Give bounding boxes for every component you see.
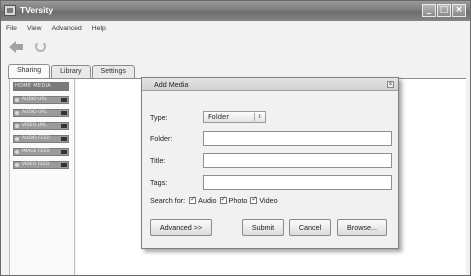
edit-icon bbox=[61, 98, 67, 102]
feed-icon bbox=[15, 163, 19, 167]
search-for-label: Search for: bbox=[150, 196, 186, 205]
feed-icon bbox=[15, 137, 19, 141]
audio-icon bbox=[15, 98, 19, 102]
chevron-updown-icon: ↕ bbox=[254, 113, 264, 121]
sidebar-item-video-url[interactable]: VIDEO URL bbox=[13, 122, 69, 130]
audio-checkbox[interactable] bbox=[189, 195, 197, 204]
title-input[interactable] bbox=[203, 153, 392, 168]
edit-icon bbox=[61, 124, 67, 128]
tab-strip: Sharing Library Settings bbox=[8, 64, 136, 78]
sidebar-item-label: AUDIO URL bbox=[22, 110, 48, 115]
cancel-button[interactable]: Cancel bbox=[289, 219, 331, 236]
minimize-button[interactable]: _ bbox=[422, 4, 436, 17]
maximize-button[interactable]: □ bbox=[437, 4, 451, 17]
sharing-sidebar: HOME MEDIA AUDIO URL AUDIO URL VIDEO URL… bbox=[9, 79, 75, 275]
menu-file[interactable]: File bbox=[1, 23, 22, 35]
advanced-button[interactable]: Advanced >> bbox=[150, 219, 212, 236]
audio-icon bbox=[15, 111, 19, 115]
browse-button[interactable]: Browse... bbox=[337, 219, 387, 236]
sidebar-header[interactable]: HOME MEDIA bbox=[13, 82, 69, 91]
sidebar-item-video-feed[interactable]: VIDEO FEED bbox=[13, 161, 69, 169]
sidebar-item-label: AUDIO URL bbox=[22, 97, 48, 102]
sidebar-item-label: AUDIO FEED bbox=[22, 136, 50, 141]
type-label: Type: bbox=[150, 113, 168, 122]
search-for-group: Search for: Audio Photo Video bbox=[150, 195, 281, 205]
sidebar-item-label: VIDEO FEED bbox=[22, 162, 50, 167]
add-media-dialog: Add Media x Type: Folder ↕ Folder: Title… bbox=[141, 77, 399, 249]
video-icon bbox=[15, 124, 19, 128]
sidebar-item-audio-url-2[interactable]: AUDIO URL bbox=[13, 109, 69, 117]
back-arrow-icon[interactable] bbox=[9, 39, 23, 53]
sidebar-item-image-feed[interactable]: IMAGE FEED bbox=[13, 148, 69, 156]
dialog-title: Add Media bbox=[154, 80, 189, 89]
window-title: TVersity bbox=[20, 5, 54, 15]
tab-settings[interactable]: Settings bbox=[91, 65, 135, 78]
window-controls: _ □ × bbox=[422, 4, 466, 17]
audio-checkbox-label: Audio bbox=[198, 196, 217, 205]
sidebar-item-label: IMAGE FEED bbox=[22, 149, 50, 154]
tversity-app-icon bbox=[4, 5, 16, 16]
close-button[interactable]: × bbox=[452, 4, 466, 17]
toolbar bbox=[9, 39, 47, 53]
edit-icon bbox=[61, 111, 67, 115]
menu-view[interactable]: View bbox=[22, 23, 47, 35]
feed-icon bbox=[15, 150, 19, 154]
menu-help[interactable]: Help bbox=[87, 23, 111, 35]
photo-checkbox-label: Photo bbox=[228, 196, 248, 205]
sidebar-item-label: VIDEO URL bbox=[22, 123, 47, 128]
folder-label: Folder: bbox=[150, 134, 173, 143]
folder-input[interactable] bbox=[203, 131, 392, 146]
sidebar-item-audio-url-1[interactable]: AUDIO URL bbox=[13, 96, 69, 104]
app-window: TVersity _ □ × File View Advanced Help S… bbox=[0, 0, 471, 276]
dialog-title-bar[interactable]: Add Media x bbox=[142, 78, 398, 91]
refresh-icon[interactable] bbox=[33, 39, 47, 53]
sidebar-item-audio-feed[interactable]: AUDIO FEED bbox=[13, 135, 69, 143]
tags-label: Tags: bbox=[150, 178, 168, 187]
title-bar[interactable]: TVersity _ □ × bbox=[1, 1, 470, 21]
tags-input[interactable] bbox=[203, 175, 392, 190]
title-label: Title: bbox=[150, 156, 166, 165]
type-select-value: Folder bbox=[208, 113, 230, 121]
edit-icon bbox=[61, 150, 67, 154]
photo-checkbox[interactable] bbox=[219, 195, 227, 204]
type-select[interactable]: Folder ↕ bbox=[203, 111, 266, 123]
video-checkbox[interactable] bbox=[250, 195, 258, 204]
menu-bar: File View Advanced Help bbox=[1, 23, 111, 35]
submit-button[interactable]: Submit bbox=[242, 219, 284, 236]
edit-icon bbox=[61, 137, 67, 141]
edit-icon bbox=[61, 163, 67, 167]
tab-library[interactable]: Library bbox=[51, 65, 91, 78]
menu-advanced[interactable]: Advanced bbox=[47, 23, 87, 35]
video-checkbox-label: Video bbox=[259, 196, 278, 205]
tab-sharing[interactable]: Sharing bbox=[8, 64, 51, 78]
dialog-close-button[interactable]: x bbox=[387, 81, 394, 88]
